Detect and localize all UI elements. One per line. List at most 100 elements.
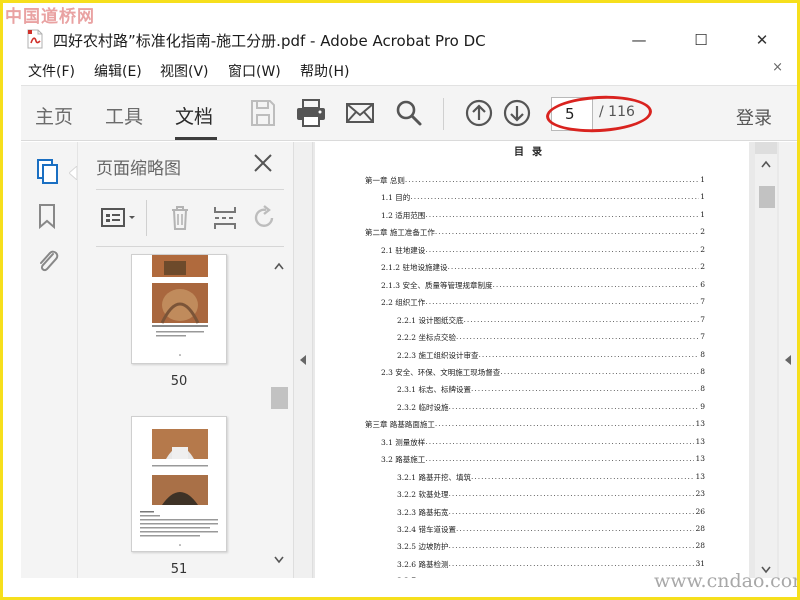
tab-home[interactable]: 主页	[35, 102, 73, 129]
toc-entry[interactable]: 2.3 安全、环保、文明施工现场督查......................…	[381, 367, 705, 378]
search-icon[interactable]	[395, 98, 423, 128]
toc-entry[interactable]: 3.2.1 路基开挖、填筑...........................…	[397, 472, 705, 483]
toc-entry[interactable]: 2.2.1 设计图纸交底............................…	[397, 315, 705, 326]
scroll-up-icon[interactable]	[761, 160, 771, 168]
save-icon[interactable]	[249, 98, 277, 128]
watermark-bottom: www.cndao.com	[654, 570, 797, 592]
toc-entry-label: 3.2 路基施工	[381, 455, 426, 465]
toc-entry-page: 26	[695, 506, 705, 516]
toc-entry-page: 2	[700, 227, 705, 237]
insert-page-icon[interactable]	[212, 204, 238, 232]
window-title: 四好农村路”标准化指南-施工分册.pdf - Adobe Acrobat Pro…	[53, 32, 486, 50]
pdf-file-icon	[27, 29, 43, 49]
previous-page-icon[interactable]	[464, 98, 494, 128]
toc-entry[interactable]: 3.2.2 软基处理..............................…	[397, 489, 705, 500]
toc-entry[interactable]: 2.2.2 坐标点交验.............................…	[397, 332, 705, 343]
tab-tools[interactable]: 工具	[105, 102, 143, 129]
toc-leader-dots: ........................................…	[478, 349, 699, 359]
toc-entry-label: 2.2.3 施工组织设计审查	[397, 350, 479, 360]
toc-entry[interactable]: 2.2.3 施工组织设计审查..........................…	[397, 350, 705, 361]
close-document-button[interactable]: ×	[772, 60, 783, 75]
toc-leader-dots: ........................................…	[425, 297, 700, 307]
bookmark-icon[interactable]	[35, 202, 59, 230]
menu-help[interactable]: 帮助(H)	[300, 61, 349, 81]
thumbnails-toolbar-separator	[146, 200, 147, 236]
thumbnails-toolbar	[96, 189, 284, 247]
menu-file[interactable]: 文件(F)	[28, 61, 75, 81]
toc-leader-dots: ........................................…	[463, 314, 699, 324]
toc-entry[interactable]: 3.1 测量放样................................…	[381, 437, 705, 448]
toc-entry-label: 3.1 测量放样	[381, 437, 426, 447]
page-thumbnails-icon[interactable]	[35, 158, 61, 186]
toc-leader-dots: ........................................…	[500, 366, 700, 376]
toc-entry-label: 1.1 目的	[381, 193, 411, 203]
collapse-left-icon[interactable]	[299, 354, 307, 366]
toc-entry[interactable]: 2.1 驻地建设................................…	[381, 245, 705, 256]
document-scroll-thumb[interactable]	[759, 186, 775, 208]
toc-entry[interactable]: 3.2.6 路基检测..............................…	[397, 559, 705, 570]
tab-document[interactable]: 文档	[175, 102, 213, 129]
toc-entry[interactable]: 第三章 路基路面施工..............................…	[365, 419, 705, 430]
scroll-up-icon[interactable]	[274, 262, 284, 270]
page-thumbnail[interactable]	[131, 254, 227, 364]
panel-collapse-strip[interactable]	[293, 142, 313, 578]
rotate-icon[interactable]	[252, 204, 278, 232]
toc-entry-label: 2.3 安全、环保、文明施工现场督查	[381, 367, 501, 377]
toc-entry[interactable]: 3.2.3 路基拓宽..............................…	[397, 507, 705, 518]
toc-entry-label: 3.2.6 路基检测	[397, 559, 449, 569]
scroll-down-icon[interactable]	[274, 556, 284, 564]
document-page: 目录 第一章 总则...............................…	[315, 142, 749, 578]
page-thumbnail[interactable]	[131, 416, 227, 552]
toc-leader-dots: ........................................…	[425, 436, 694, 446]
email-icon[interactable]	[345, 98, 375, 128]
next-page-icon[interactable]	[502, 98, 532, 128]
delete-icon[interactable]	[168, 204, 192, 232]
document-scrollbar[interactable]	[755, 142, 777, 578]
toc-entry-label: 1.2 适用范围	[381, 210, 426, 220]
toc-leader-dots: ........................................…	[448, 401, 700, 411]
toc-entry-page: 7	[700, 332, 705, 342]
thumbnails-scrollbar[interactable]	[270, 254, 288, 578]
toc-entry[interactable]: 第一章 总则..................................…	[365, 175, 705, 186]
toc-entry[interactable]: 3.2.5 边坡防护..............................…	[397, 541, 705, 552]
login-button[interactable]: 登录	[736, 104, 772, 130]
toc-entry[interactable]: 2.3.1 标志、标牌设置...........................…	[397, 384, 705, 395]
close-icon[interactable]	[252, 152, 274, 174]
toc-leader-dots: ........................................…	[404, 175, 700, 184]
toc-entry-label: 第三章 路基路面施工	[365, 420, 435, 430]
attachment-icon[interactable]	[35, 246, 61, 274]
toc-entry-page: 9	[700, 401, 705, 411]
menu-view[interactable]: 视图(V)	[160, 61, 209, 81]
maximize-button[interactable]: ☐	[691, 31, 711, 49]
toc-entry[interactable]: 第二章 施工准备工作..............................…	[365, 227, 705, 238]
close-window-button[interactable]: ✕	[752, 31, 772, 49]
thumbnails-scroll-thumb[interactable]	[271, 387, 288, 409]
toc-entry[interactable]: 1.1 目的..................................…	[381, 192, 705, 203]
toc-leader-dots: ........................................…	[448, 489, 695, 499]
print-icon[interactable]	[295, 98, 327, 128]
page-51-preview	[140, 429, 218, 546]
expand-right-panel-icon[interactable]	[784, 354, 792, 366]
toc-entry-label: 2.3.1 标志、标牌设置	[397, 385, 471, 395]
right-panel-strip[interactable]	[779, 142, 797, 578]
toc-entry-label: 3.2.5 边坡防护	[397, 542, 449, 552]
toc-entry[interactable]: 2.3.2 临时设施..............................…	[397, 402, 705, 413]
toc-entry[interactable]: 2.1.2 驻地设施建设............................…	[381, 262, 705, 273]
toc-entry[interactable]: 2.1.3 安全、质量等管理规章制度......................…	[381, 280, 705, 291]
toc-entry[interactable]: 2.2 组织工作................................…	[381, 297, 705, 308]
toc-entry[interactable]: 3.2 路基施工................................…	[381, 454, 705, 465]
toc-entry-page: 2	[700, 262, 705, 272]
minimize-button[interactable]: —	[629, 31, 649, 49]
thumbnail-options-icon[interactable]	[100, 206, 138, 230]
menu-edit[interactable]: 编辑(E)	[94, 61, 142, 81]
toc-entry-page: 8	[700, 384, 705, 394]
toc-leader-dots: ........................................…	[492, 279, 700, 289]
menu-window[interactable]: 窗口(W)	[228, 61, 281, 81]
toc-entry[interactable]: 3.2.4 错车道设置.............................…	[397, 524, 705, 535]
toc-entry-label: 2.2.2 坐标点交验	[397, 333, 456, 343]
toc-entry-page: 13	[695, 419, 705, 429]
toc-entry[interactable]: 1.2 适用范围................................…	[381, 210, 705, 221]
main-toolbar: 主页 工具 文档 5 / 116 登录	[21, 85, 797, 141]
toc-entry-page: 23	[695, 489, 705, 499]
toc-entry-page: 13	[695, 454, 705, 464]
